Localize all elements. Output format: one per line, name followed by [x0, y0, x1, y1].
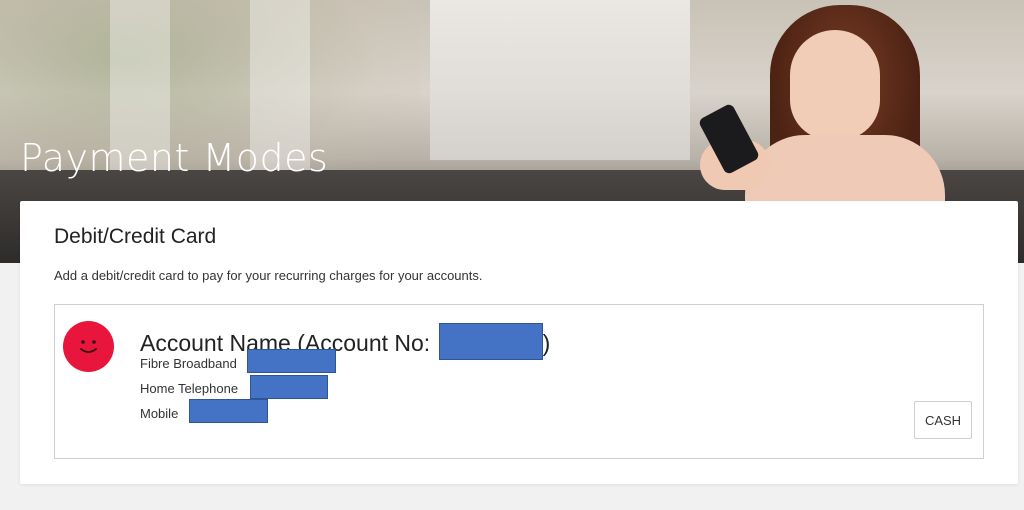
cash-button[interactable]: CASH	[914, 401, 972, 439]
hero-window	[430, 0, 690, 160]
section-description: Add a debit/credit card to pay for your …	[54, 268, 483, 283]
account-name-suffix: )	[542, 330, 551, 356]
service-label-fibre: Fibre Broadband	[140, 356, 237, 371]
redacted-account-number	[438, 323, 543, 360]
redacted-mobile-number	[189, 399, 268, 423]
service-label-mobile: Mobile	[140, 406, 179, 421]
page-title: Payment Modes	[20, 136, 329, 180]
section-title: Debit/Credit Card	[54, 225, 217, 248]
account-name-heading: Account Name (Account No: )	[140, 323, 550, 360]
account-card: Account Name (Account No: ) Fibre Broadb…	[54, 304, 984, 459]
service-item: Fibre Broadband	[140, 356, 237, 371]
service-item: Home Telephone	[140, 381, 238, 396]
redacted-telephone-number	[250, 375, 328, 399]
service-item: Mobile	[140, 406, 178, 421]
debit-credit-card-panel: Debit/Credit Card Add a debit/credit car…	[20, 201, 1018, 484]
redacted-fibre-number	[247, 349, 336, 373]
service-label-telephone: Home Telephone	[140, 381, 239, 396]
hero-woman-face	[790, 30, 880, 140]
smiley-face-icon	[63, 321, 114, 372]
